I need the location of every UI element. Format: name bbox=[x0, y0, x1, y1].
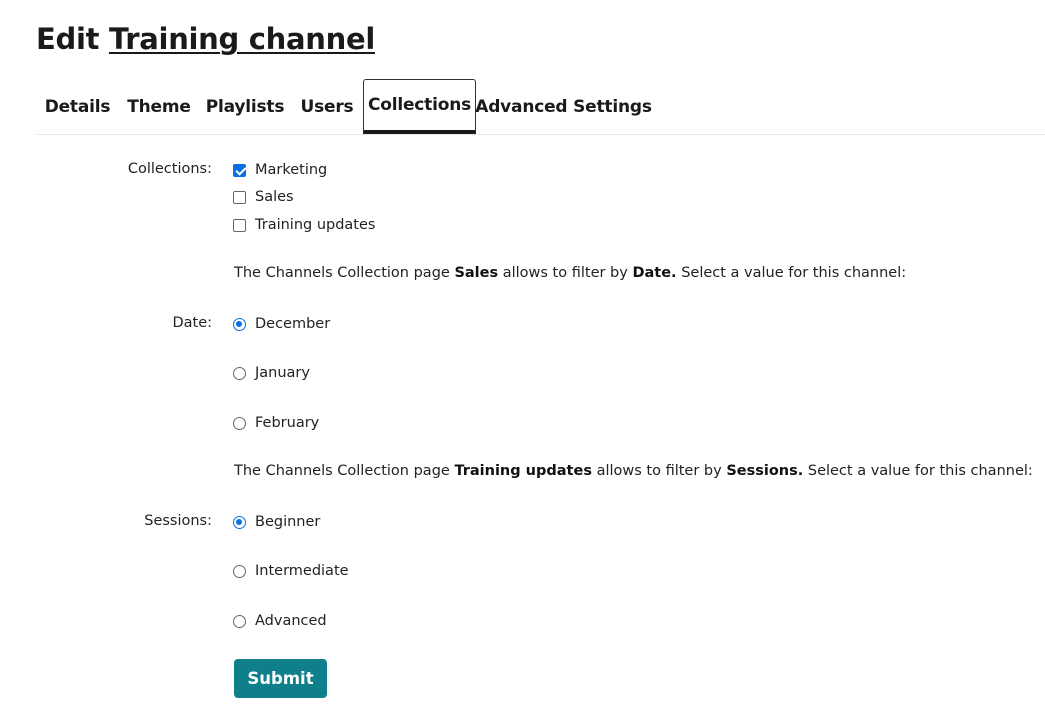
radio-label: Advanced bbox=[255, 613, 327, 629]
note-text: The Channels Collection page bbox=[234, 463, 450, 479]
date-label: Date: bbox=[172, 315, 212, 331]
tab-details[interactable]: Details bbox=[36, 79, 119, 134]
note-text: allows to filter by bbox=[596, 463, 722, 479]
note-text: Select a value for this channel: bbox=[807, 463, 1033, 479]
checkbox-unchecked-icon[interactable] bbox=[233, 218, 246, 232]
checkbox-label: Training updates bbox=[255, 217, 376, 233]
note-collection: Sales bbox=[454, 265, 499, 281]
collection-checkbox-sales[interactable]: Sales bbox=[233, 187, 294, 207]
date-radio-january[interactable]: January bbox=[233, 363, 310, 383]
checkbox-checked-icon[interactable] bbox=[233, 163, 246, 177]
radio-label: Intermediate bbox=[255, 563, 349, 579]
radio-unselected-icon[interactable] bbox=[233, 564, 246, 578]
collection-checkbox-marketing[interactable]: Marketing bbox=[233, 160, 327, 180]
title-prefix: Edit bbox=[36, 22, 100, 56]
radio-unselected-icon[interactable] bbox=[233, 416, 246, 430]
radio-selected-icon[interactable] bbox=[233, 515, 246, 529]
note-text: Select a value for this channel: bbox=[681, 265, 907, 281]
tab-users[interactable]: Users bbox=[291, 79, 363, 134]
sessions-radio-beginner[interactable]: Beginner bbox=[233, 512, 320, 532]
tab-collections[interactable]: Collections bbox=[363, 79, 476, 134]
radio-unselected-icon[interactable] bbox=[233, 366, 246, 380]
note-field: Date. bbox=[632, 265, 677, 281]
note-text: The Channels Collection page bbox=[234, 265, 450, 281]
sessions-radio-intermediate[interactable]: Intermediate bbox=[233, 561, 349, 581]
sessions-label: Sessions: bbox=[144, 513, 212, 529]
note-field: Sessions. bbox=[726, 463, 804, 479]
channel-name-link[interactable]: Training channel bbox=[109, 22, 375, 56]
radio-selected-icon[interactable] bbox=[233, 317, 246, 331]
page-title: Edit Training channel bbox=[36, 22, 375, 56]
note-text: allows to filter by bbox=[502, 265, 628, 281]
submit-button[interactable]: Submit bbox=[234, 659, 327, 698]
filter-note-sessions: The Channels Collection page Training up… bbox=[234, 463, 1033, 479]
radio-label: December bbox=[255, 316, 331, 332]
tab-advanced-settings[interactable]: Advanced Settings bbox=[475, 79, 652, 134]
checkbox-unchecked-icon[interactable] bbox=[233, 190, 246, 204]
radio-label: Beginner bbox=[255, 514, 321, 530]
sessions-radio-advanced[interactable]: Advanced bbox=[233, 611, 327, 631]
collection-checkbox-training-updates[interactable]: Training updates bbox=[233, 215, 375, 235]
tab-playlists[interactable]: Playlists bbox=[199, 79, 291, 134]
tab-theme[interactable]: Theme bbox=[119, 79, 199, 134]
checkbox-label: Sales bbox=[255, 189, 294, 205]
checkbox-label: Marketing bbox=[255, 162, 328, 178]
radio-label: January bbox=[255, 365, 310, 381]
filter-note-date: The Channels Collection page Sales allow… bbox=[234, 265, 906, 281]
radio-unselected-icon[interactable] bbox=[233, 614, 246, 628]
edit-channel-page: Edit Training channel Details Theme Play… bbox=[0, 0, 1045, 726]
collections-label: Collections: bbox=[127, 161, 212, 177]
tab-bar: Details Theme Playlists Users Collection… bbox=[36, 79, 1045, 135]
radio-label: February bbox=[255, 415, 320, 431]
date-radio-february[interactable]: February bbox=[233, 413, 319, 433]
date-radio-december[interactable]: December bbox=[233, 314, 330, 334]
note-collection: Training updates bbox=[454, 463, 592, 479]
